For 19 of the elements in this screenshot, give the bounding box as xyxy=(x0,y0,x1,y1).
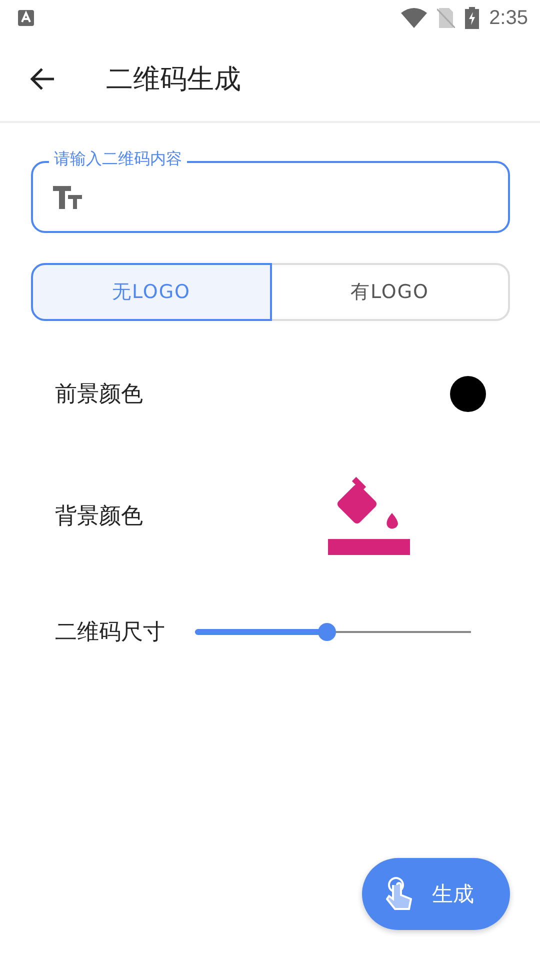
logo-option-tab[interactable]: 有LOGO xyxy=(270,263,510,321)
text-size-icon xyxy=(53,186,82,208)
size-slider[interactable] xyxy=(195,623,471,641)
field-label: 请输入二维码内容 xyxy=(49,149,187,169)
hand-pointer-icon xyxy=(386,877,412,911)
status-time: 2:35 xyxy=(489,6,528,30)
slider-thumb[interactable] xyxy=(318,623,336,641)
foreground-color-swatch[interactable] xyxy=(450,376,486,412)
foreground-color-label: 前景颜色 xyxy=(55,381,143,409)
logo-option-tab[interactable]: 无LOGO xyxy=(31,263,272,321)
qr-size-label: 二维码尺寸 xyxy=(55,619,165,647)
paint-bucket-icon[interactable] xyxy=(328,475,410,557)
generate-button[interactable]: 生成 xyxy=(362,858,510,930)
background-color-label: 背景颜色 xyxy=(55,503,143,531)
screen-title: 二维码生成 xyxy=(106,62,241,96)
keyboard-notification-icon xyxy=(18,10,34,26)
no-sim-icon xyxy=(437,8,456,28)
battery-charging-icon xyxy=(465,7,480,29)
wifi-icon xyxy=(401,8,428,28)
